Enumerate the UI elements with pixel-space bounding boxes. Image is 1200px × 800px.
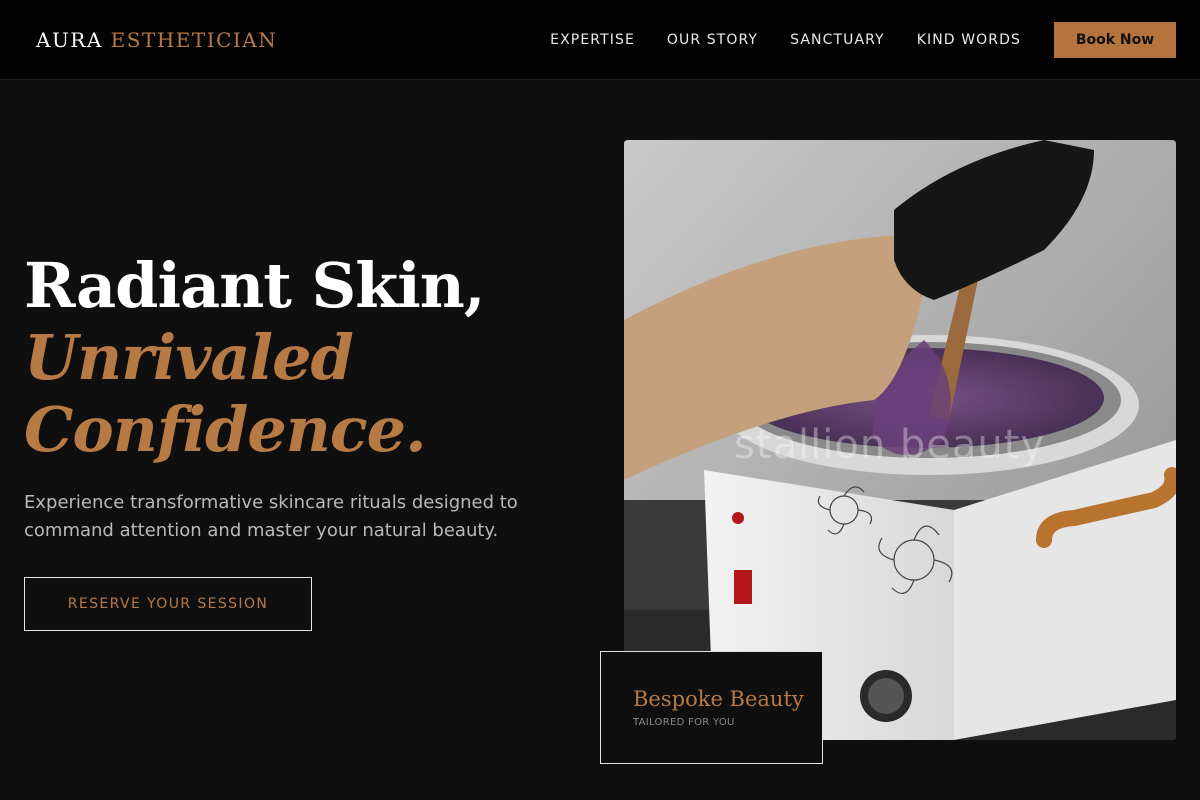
nav-sanctuary[interactable]: SANCTUARY: [790, 30, 885, 50]
logo-primary: AURA: [36, 28, 103, 52]
hero-title: Radiant Skin, Unrivaled Confidence.: [24, 250, 584, 466]
nav-expertise[interactable]: EXPERTISE: [550, 30, 635, 50]
reserve-session-button[interactable]: RESERVE YOUR SESSION: [24, 577, 312, 631]
hero-image: stallion beauty: [624, 140, 1176, 740]
nav-kind-words[interactable]: KIND WORDS: [917, 30, 1021, 50]
hero-subtitle: Experience transformative skincare ritua…: [24, 492, 518, 541]
bespoke-beauty-card: Bespoke Beauty TAILORED FOR YOU: [600, 651, 823, 764]
card-title: Bespoke Beauty: [633, 687, 804, 711]
hero-title-line1: Radiant Skin,: [24, 249, 485, 322]
nav-our-story[interactable]: OUR STORY: [667, 30, 758, 50]
card-subtitle: TAILORED FOR YOU: [633, 717, 735, 728]
logo[interactable]: AURA ESTHETICIAN: [36, 28, 277, 52]
hero-title-line2: Unrivaled: [24, 321, 354, 394]
image-watermark: stallion beauty: [734, 422, 1046, 468]
main-nav: EXPERTISE OUR STORY SANCTUARY KIND WORDS: [550, 30, 1021, 50]
site-header: AURA ESTHETICIAN EXPERTISE OUR STORY SAN…: [0, 0, 1200, 80]
book-now-button[interactable]: Book Now: [1054, 22, 1176, 58]
logo-accent: ESTHETICIAN: [110, 28, 278, 52]
hero-title-line3: Confidence.: [24, 393, 427, 466]
